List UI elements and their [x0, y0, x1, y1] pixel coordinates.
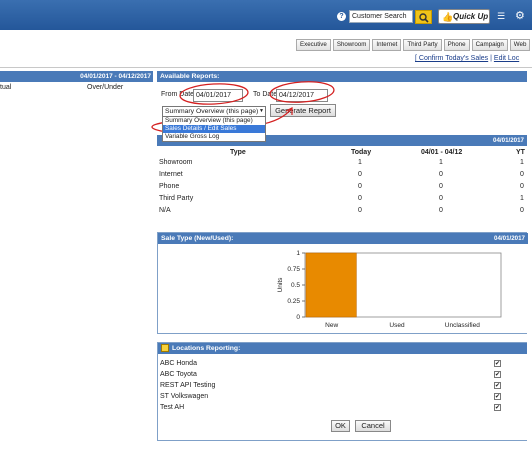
actual-column-header: tual [0, 84, 12, 91]
row-type: Showroom [159, 159, 193, 166]
sale-type-chart: 0 0.25 0.5 0.75 1 Units New Used Unclassified [277, 250, 502, 329]
gear-icon[interactable]: ⚙ [515, 9, 525, 22]
location-item: ABC Toyota [160, 371, 197, 378]
table-row: Phone 0 0 0 [159, 181, 527, 193]
top-links: [ Confirm Today's Sales | Edit Loc [415, 55, 519, 62]
row-ytd: 1 [520, 195, 524, 202]
locations-panel: Locations Reporting: ABC Honda ABC Toyot… [157, 342, 527, 441]
row-today: 0 [358, 171, 362, 178]
y-tick-label: 0.5 [291, 282, 300, 289]
y-tick-label: 0.25 [287, 298, 300, 305]
from-date-label: From Date: [161, 91, 197, 98]
y-tick-label: 0 [296, 314, 300, 321]
bar [305, 252, 357, 318]
row-range: 0 [439, 207, 443, 214]
report-option-variable-gross[interactable]: Variable Gross Log [163, 133, 265, 141]
quick-up-button[interactable]: 👍 Quick Up [438, 9, 490, 24]
x-tick-label: New [325, 322, 338, 329]
row-ytd: 0 [520, 207, 524, 214]
thumbs-up-icon: 👍 [442, 12, 454, 22]
row-today: 1 [358, 159, 362, 166]
row-ytd: 0 [520, 171, 524, 178]
location-item: ST Volkswagen [160, 393, 209, 400]
row-ytd: 0 [520, 183, 524, 190]
y-axis-label: Units [277, 277, 284, 293]
row-today: 0 [358, 195, 362, 202]
left-panel-header: 04/01/2017 - 04/12/2017 [0, 71, 153, 82]
sale-type-range: 04/01/2017 [494, 235, 525, 242]
tab-phone[interactable]: Phone [443, 39, 470, 51]
row-range: 0 [439, 183, 443, 190]
locations-header: Locations Reporting: [158, 343, 527, 354]
location-checkbox[interactable]: ✔ [494, 360, 501, 367]
row-ytd: 1 [520, 159, 524, 166]
column-header-ytd: YT [516, 149, 525, 156]
y-tick-label: 1 [296, 250, 300, 257]
customer-search-input[interactable]: Customer Search [349, 10, 413, 23]
sale-type-header: Sale Type (New/Used): 04/01/2017 [158, 233, 528, 244]
location-item: ABC Honda [160, 360, 197, 367]
sale-type-panel: Sale Type (New/Used): 04/01/2017 0 0.25 0.… [157, 232, 528, 334]
table-row: Third Party 0 0 1 [159, 193, 527, 205]
chevron-down-icon: ▼ [259, 108, 264, 114]
report-option-sales-details[interactable]: Sales Details / Edit Sales [163, 125, 265, 133]
row-range: 1 [439, 159, 443, 166]
over-under-column-header: Over/Under [87, 84, 124, 91]
row-today: 0 [358, 183, 362, 190]
report-option-summary[interactable]: Summary Overview (this page) [163, 117, 265, 125]
location-item: REST API Testing [160, 382, 216, 389]
column-header-today: Today [351, 149, 372, 156]
location-icon [161, 344, 169, 352]
generate-report-button[interactable]: Generate Report [270, 104, 336, 117]
location-checkbox[interactable]: ✔ [494, 371, 501, 378]
report-dropdown-menu: Summary Overview (this page) Sales Detai… [162, 116, 266, 142]
available-reports-title: Available Reports: [157, 71, 527, 82]
report-select-value: Summary Overview (this page) [165, 108, 259, 115]
row-range: 0 [439, 171, 443, 178]
to-date-input[interactable]: 04/12/2017 [276, 89, 328, 102]
x-tick-label: Used [389, 322, 405, 329]
tab-executive[interactable]: Executive [296, 39, 331, 51]
row-type: Phone [159, 183, 180, 190]
row-range: 0 [439, 195, 443, 202]
row-type: N/A [159, 207, 171, 214]
ok-button[interactable]: OK [331, 420, 350, 432]
tab-campaign[interactable]: Campaign [471, 39, 508, 51]
locations-title: Locations Reporting: [172, 345, 241, 352]
cart-icon[interactable]: ☰ [497, 11, 505, 22]
left-panel-range: 04/01/2017 - 04/12/2017 [80, 73, 151, 80]
top-bar: ? Customer Search 👍 Quick Up ☰ ⚙ [0, 0, 532, 30]
question-icon[interactable]: ? [337, 12, 346, 21]
column-header-type: Type [230, 149, 246, 156]
tab-third-party[interactable]: Third Party [403, 39, 442, 51]
location-checkbox[interactable]: ✔ [494, 393, 501, 400]
cancel-button[interactable]: Cancel [355, 420, 391, 432]
tab-web[interactable]: Web [509, 39, 531, 51]
from-date-input[interactable]: 04/01/2017 [193, 89, 243, 102]
location-checkbox[interactable]: ✔ [494, 404, 501, 411]
divider [0, 67, 532, 68]
location-item: Test AH [160, 404, 185, 411]
quick-up-label: Quick Up [453, 12, 489, 21]
x-tick-label: Unclassified [445, 322, 480, 329]
nav-tabs: Executive Showroom Internet Third Party Phon… [296, 39, 532, 51]
location-checkbox[interactable]: ✔ [494, 382, 501, 389]
sale-type-title: Sale Type (New/Used): [161, 235, 234, 242]
search-icon [419, 13, 429, 23]
row-today: 0 [358, 207, 362, 214]
confirm-todays-sales-link[interactable]: [ Confirm Today's Sales [415, 55, 488, 62]
tab-showroom[interactable]: Showroom [332, 39, 371, 51]
summary-range: 04/01/2017 [493, 137, 524, 144]
row-type: Third Party [159, 195, 194, 202]
table-row: Internet 0 0 0 [159, 169, 527, 181]
y-tick-label: 0.75 [287, 266, 300, 273]
tab-internet[interactable]: Internet [372, 39, 402, 51]
row-type: Internet [159, 171, 183, 178]
search-button[interactable] [415, 10, 432, 24]
table-row: N/A 0 0 0 [159, 205, 527, 217]
edit-locations-link[interactable]: Edit Loc [494, 55, 519, 62]
table-row: Showroom 1 1 1 [159, 157, 527, 169]
column-header-range: 04/01 - 04/12 [421, 149, 463, 156]
